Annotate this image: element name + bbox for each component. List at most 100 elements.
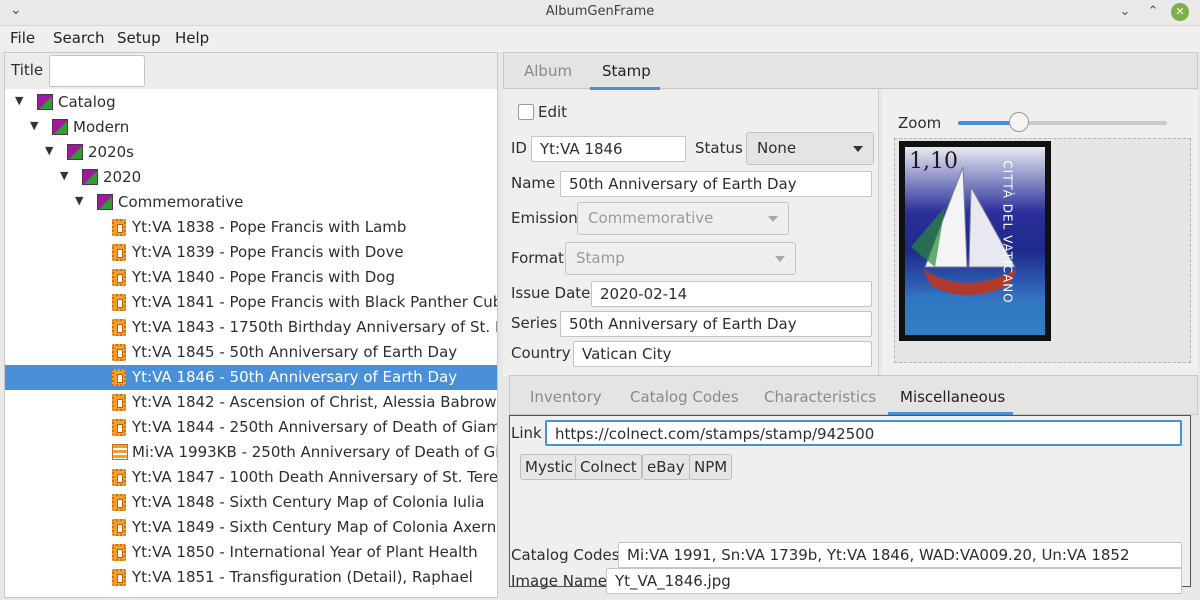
- miscellaneous-panel: Link https://colnect.com/stamps/stamp/94…: [509, 415, 1191, 594]
- tree-stamp-row[interactable]: Yt:VA 1842 - Ascension of Christ, Alessi…: [5, 390, 497, 415]
- title-input[interactable]: [49, 55, 145, 87]
- tree-stamp-row[interactable]: Yt:VA 1846 - 50th Anniversary of Earth D…: [5, 365, 497, 390]
- tab-catalog-codes[interactable]: Catalog Codes: [630, 388, 739, 406]
- tab-album[interactable]: Album: [524, 62, 572, 80]
- menu-setup[interactable]: Setup: [117, 29, 161, 47]
- stamp-icon: [112, 519, 126, 536]
- id-field[interactable]: Yt:VA 1846: [531, 136, 686, 162]
- series-label: Series: [511, 314, 558, 332]
- stamp-artwork: 1,10 CITTÀ DEL VATICANO: [905, 147, 1045, 335]
- edit-checkbox[interactable]: [518, 104, 534, 120]
- colnect-button[interactable]: Colnect: [575, 454, 642, 480]
- tree-item-label: Yt:VA 1848 - Sixth Century Map of Coloni…: [132, 493, 485, 511]
- zoom-slider-handle[interactable]: [1009, 112, 1030, 132]
- minimize-icon[interactable]: ⌄: [1116, 3, 1134, 21]
- zoom-slider[interactable]: [958, 112, 1167, 134]
- expand-arrow-icon[interactable]: ▼: [60, 169, 68, 182]
- folder-icon: [52, 119, 68, 135]
- mystic-button[interactable]: Mystic: [520, 454, 578, 480]
- detail-tabbar: Inventory Catalog Codes Characteristics …: [509, 375, 1198, 415]
- tree-item-label: Yt:VA 1842 - Ascension of Christ, Alessi…: [132, 393, 497, 411]
- tree-stamp-row[interactable]: Yt:VA 1844 - 250th Anniversary of Death …: [5, 415, 497, 440]
- tree-stamp-row[interactable]: Yt:VA 1838 - Pope Francis with Lamb: [5, 215, 497, 240]
- expand-arrow-icon[interactable]: ▼: [45, 144, 53, 157]
- npm-button[interactable]: NPM: [689, 454, 733, 480]
- stamp-icon: [112, 569, 126, 586]
- chevron-down-icon: [768, 216, 778, 222]
- tree-item-label: Yt:VA 1844 - 250th Anniversary of Death …: [132, 418, 498, 436]
- name-field[interactable]: 50th Anniversary of Earth Day: [560, 171, 872, 197]
- tree-stamp-row[interactable]: Yt:VA 1849 - Sixth Century Map of Coloni…: [5, 515, 497, 540]
- stamp-icon: [112, 394, 126, 411]
- status-value: None: [757, 139, 797, 157]
- tree-stamp-row[interactable]: Yt:VA 1840 - Pope Francis with Dog: [5, 265, 497, 290]
- image-name-label: Image Name: [511, 572, 607, 590]
- tree-folder-row[interactable]: ▼ 2020s: [5, 140, 497, 165]
- title-bar: ⌄ AlbumGenFrame ⌄ ⌃ ✕: [0, 0, 1200, 26]
- chevron-down-icon: [775, 256, 785, 262]
- expand-arrow-icon[interactable]: ▼: [30, 119, 38, 132]
- tab-stamp[interactable]: Stamp: [602, 62, 651, 80]
- tree-folder-row[interactable]: ▼ 2020: [5, 165, 497, 190]
- tree-stamp-row[interactable]: Yt:VA 1845 - 50th Anniversary of Earth D…: [5, 340, 497, 365]
- status-select[interactable]: None: [746, 132, 874, 165]
- tree-stamp-row[interactable]: Yt:VA 1850 - International Year of Plant…: [5, 540, 497, 565]
- block-icon: [112, 444, 128, 460]
- tree-item-label: Yt:VA 1850 - International Year of Plant…: [132, 543, 478, 561]
- stamp-icon: [112, 319, 126, 336]
- tree-item-label: 2020: [103, 168, 142, 186]
- catalog-codes-label: Catalog Codes: [511, 546, 620, 564]
- issue-date-label: Issue Date: [511, 284, 591, 302]
- image-name-field[interactable]: Yt_VA_1846.jpg: [606, 568, 1182, 594]
- country-field[interactable]: Vatican City: [573, 341, 872, 367]
- tree-item-label: Yt:VA 1843 - 1750th Birthday Anniversary…: [132, 318, 498, 336]
- format-select[interactable]: Stamp: [565, 242, 796, 275]
- title-filter-bar: Title: [5, 53, 497, 89]
- emission-value: Commemorative: [588, 209, 714, 227]
- link-field[interactable]: https://colnect.com/stamps/stamp/942500: [545, 420, 1182, 446]
- ebay-button[interactable]: eBay: [642, 454, 690, 480]
- maximize-icon[interactable]: ⌃: [1144, 3, 1162, 21]
- tab-inventory[interactable]: Inventory: [530, 388, 602, 406]
- format-label: Format: [511, 249, 564, 267]
- tree-item-label: Yt:VA 1849 - Sixth Century Map of Coloni…: [132, 518, 498, 536]
- issue-date-field[interactable]: 2020-02-14: [591, 281, 872, 307]
- emission-label: Emission: [511, 209, 578, 227]
- tree-stamp-row[interactable]: Yt:VA 1851 - Transfiguration (Detail), R…: [5, 565, 497, 590]
- tree-item-label: Catalog: [58, 93, 116, 111]
- sailboat-illustration: [905, 166, 1045, 335]
- tree-item-label: Yt:VA 1841 - Pope Francis with Black Pan…: [132, 293, 498, 311]
- tree-stamp-row[interactable]: Mi:VA 1993KB - 250th Anniversary of Deat…: [5, 440, 497, 465]
- tree-folder-row[interactable]: ▼ Catalog: [5, 90, 497, 115]
- format-value: Stamp: [576, 249, 625, 267]
- tree-stamp-row[interactable]: Yt:VA 1839 - Pope Francis with Dove: [5, 240, 497, 265]
- tree-stamp-row[interactable]: Yt:VA 1847 - 100th Death Anniversary of …: [5, 465, 497, 490]
- tree-stamp-row[interactable]: Yt:VA 1841 - Pope Francis with Black Pan…: [5, 290, 497, 315]
- close-icon[interactable]: ✕: [1171, 3, 1189, 21]
- expand-arrow-icon[interactable]: ▼: [75, 194, 83, 207]
- tab-miscellaneous[interactable]: Miscellaneous: [900, 388, 1005, 406]
- menu-search[interactable]: Search: [53, 29, 105, 47]
- menu-bar: File Search Setup Help: [0, 26, 1200, 52]
- menu-file[interactable]: File: [10, 29, 35, 47]
- stamp-icon: [112, 294, 126, 311]
- status-label: Status: [695, 139, 743, 157]
- series-field[interactable]: 50th Anniversary of Earth Day: [560, 311, 872, 337]
- expand-arrow-icon[interactable]: ▼: [15, 94, 23, 107]
- tree-item-label: Yt:VA 1838 - Pope Francis with Lamb: [132, 218, 407, 236]
- tree-item-label: Yt:VA 1839 - Pope Francis with Dove: [132, 243, 404, 261]
- menu-help[interactable]: Help: [175, 29, 209, 47]
- edit-label: Edit: [538, 103, 568, 121]
- tree-item-label: Yt:VA 1840 - Pope Francis with Dog: [132, 268, 395, 286]
- stamp-icon: [112, 244, 126, 261]
- tree-folder-row[interactable]: ▼ Commemorative: [5, 190, 497, 215]
- name-label: Name: [511, 174, 556, 192]
- tree-stamp-row[interactable]: Yt:VA 1848 - Sixth Century Map of Coloni…: [5, 490, 497, 515]
- link-label: Link: [511, 424, 542, 442]
- catalog-codes-field[interactable]: Mi:VA 1991, Sn:VA 1739b, Yt:VA 1846, WAD…: [618, 542, 1182, 568]
- country-label: Country: [511, 344, 571, 362]
- tab-characteristics[interactable]: Characteristics: [764, 388, 876, 406]
- emission-select[interactable]: Commemorative: [577, 202, 789, 235]
- tree-stamp-row[interactable]: Yt:VA 1843 - 1750th Birthday Anniversary…: [5, 315, 497, 340]
- tree-folder-row[interactable]: ▼ Modern: [5, 115, 497, 140]
